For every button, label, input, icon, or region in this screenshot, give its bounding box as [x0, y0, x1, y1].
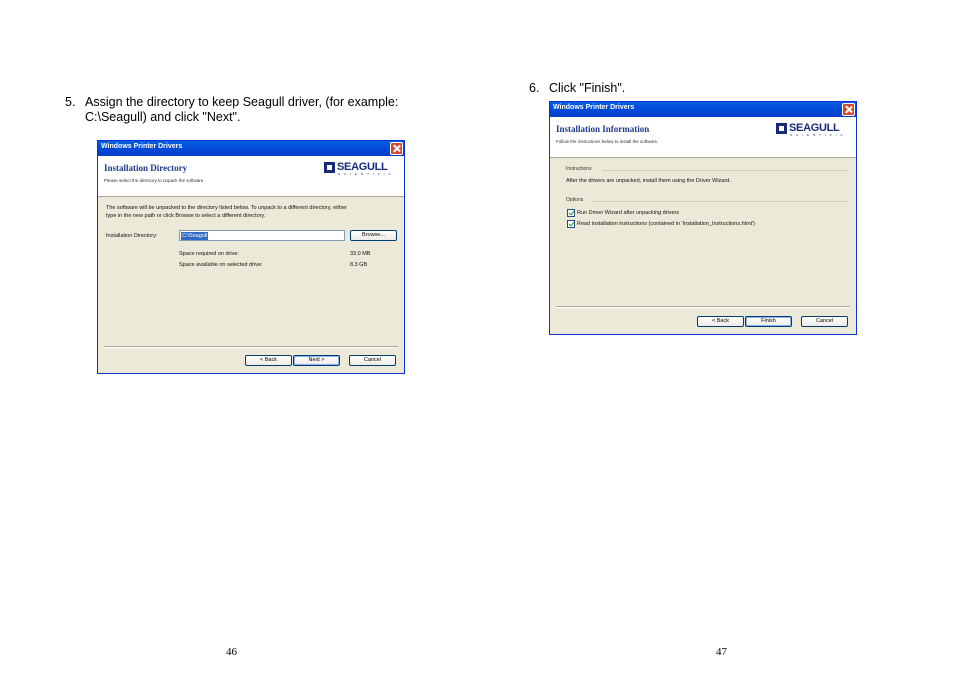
- directory-value: C:\Seagull: [181, 232, 209, 240]
- logo-subtext: SCIENTIFIC: [790, 133, 847, 137]
- header-subtitle: Follow the instructions below to install…: [556, 139, 659, 144]
- space-required-value: 33.0 MB: [350, 251, 371, 257]
- page-number-right: 47: [716, 646, 727, 658]
- finish-button[interactable]: Finish: [745, 316, 792, 327]
- space-available-label: Space available on selected drive:: [179, 262, 263, 268]
- directory-label: Installation Directory:: [106, 233, 158, 239]
- logo-subtext: SCIENTIFIC: [338, 172, 395, 176]
- header-title: Installation Directory: [104, 163, 188, 173]
- close-icon[interactable]: [842, 103, 855, 116]
- instructions-text: After the drivers are unpacked, install …: [566, 178, 731, 184]
- seagull-logo-icon: [776, 123, 787, 134]
- window-title: Windows Printer Drivers: [101, 143, 183, 150]
- footer-separator: [104, 346, 398, 348]
- step-number: 5.: [65, 95, 76, 109]
- dialog-header: Installation Information Follow the inst…: [550, 117, 856, 158]
- cancel-button[interactable]: Cancel: [801, 316, 848, 327]
- close-icon[interactable]: [390, 142, 403, 155]
- installation-information-dialog: Windows Printer Drivers Installation Inf…: [549, 101, 857, 335]
- back-button[interactable]: < Back: [697, 316, 744, 327]
- cancel-button[interactable]: Cancel: [349, 355, 396, 366]
- header-subtitle: Please select the directory to unpack th…: [104, 178, 205, 183]
- installation-directory-dialog: Windows Printer Drivers Installation Dir…: [97, 140, 405, 374]
- instructions-group-line: [602, 170, 848, 171]
- read-instructions-checkbox[interactable]: [567, 220, 575, 228]
- space-available-value: 8.3 GB: [350, 262, 368, 268]
- instructions-group-label: Instructions: [566, 166, 592, 172]
- step-text-line1: Assign the directory to keep Seagull dri…: [85, 95, 399, 109]
- dialog-header: Installation Directory Please select the…: [98, 156, 404, 197]
- options-group-label: Options: [566, 197, 584, 203]
- directory-input[interactable]: C:\Seagull: [179, 230, 345, 241]
- step-text: Click "Finish".: [549, 81, 626, 95]
- options-group-line: [592, 201, 848, 202]
- header-title: Installation Information: [556, 124, 650, 134]
- run-driver-wizard-checkbox[interactable]: [567, 209, 575, 217]
- run-driver-wizard-label: Run Driver Wizard after unpacking driver…: [577, 210, 680, 216]
- title-bar: Windows Printer Drivers: [550, 102, 856, 117]
- title-bar: Windows Printer Drivers: [98, 141, 404, 156]
- window-title: Windows Printer Drivers: [553, 104, 635, 111]
- seagull-logo: SEAGULL SCIENTIFIC: [776, 122, 852, 138]
- back-button[interactable]: < Back: [245, 355, 292, 366]
- seagull-logo-icon: [324, 162, 335, 173]
- step-5: 5. Assign the directory to keep Seagull …: [65, 94, 425, 128]
- read-instructions-label: Read installation instructions (containe…: [577, 221, 755, 227]
- footer-separator: [556, 306, 850, 308]
- step-text-line2: C:\Seagull) and click "Next".: [85, 110, 241, 124]
- seagull-logo: SEAGULL SCIENTIFIC: [324, 161, 400, 177]
- page-number-left: 46: [226, 646, 237, 658]
- description-line1: The software will be unpacked to the dir…: [106, 205, 347, 211]
- next-button[interactable]: Next >: [293, 355, 340, 366]
- browse-button[interactable]: Browse...: [350, 230, 397, 241]
- description-line2: type in the new path or click Browse to …: [106, 213, 266, 219]
- space-required-label: Space required on drive:: [179, 251, 239, 257]
- step-6: 6. Click "Finish".: [529, 80, 729, 96]
- step-number: 6.: [529, 81, 540, 95]
